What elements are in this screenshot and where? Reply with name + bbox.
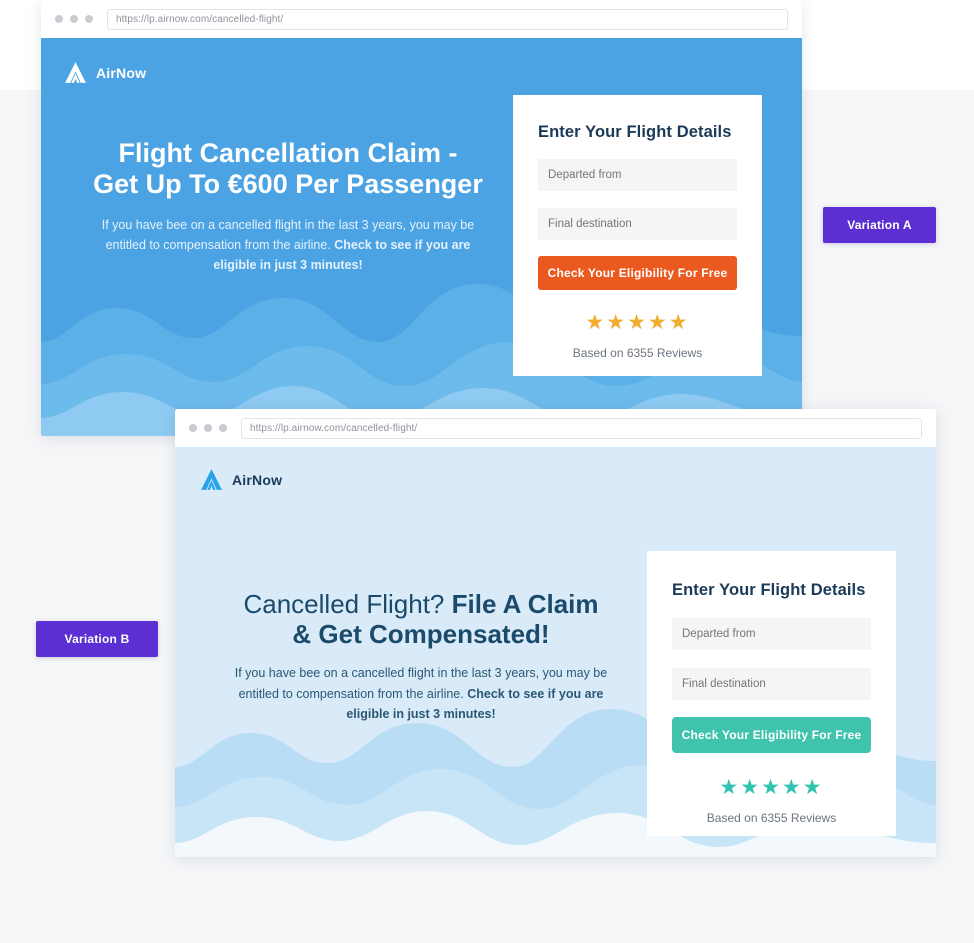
flight-details-card-a: Enter Your Flight Details Check Your Eli… (513, 95, 762, 376)
final-destination-input-b[interactable] (672, 668, 871, 700)
brand-logo-a[interactable]: AirNow (63, 60, 146, 85)
hero-copy-b: Cancelled Flight? File A Claim & Get Com… (187, 589, 655, 724)
star-rating-a: ★★★★★ (585, 311, 690, 334)
browser-chrome-b: https://lp.airnow.com/cancelled-flight/ (175, 409, 936, 447)
landing-page-a: AirNow Flight Cancellation Claim - Get U… (41, 38, 802, 436)
flight-details-card-b: Enter Your Flight Details Check Your Eli… (647, 551, 896, 836)
variation-b-browser-window: https://lp.airnow.com/cancelled-flight/ … (175, 409, 936, 857)
address-bar-a[interactable]: https://lp.airnow.com/cancelled-flight/ (107, 8, 788, 30)
reviews-count-a: Based on 6355 Reviews (572, 346, 703, 360)
browser-chrome-a: https://lp.airnow.com/cancelled-flight/ (41, 0, 802, 38)
variation-b-badge: Variation B (36, 621, 158, 657)
minimize-dot-icon[interactable] (204, 424, 212, 432)
hero-headline-b: Cancelled Flight? File A Claim & Get Com… (187, 589, 655, 649)
minimize-dot-icon[interactable] (70, 15, 78, 23)
close-dot-icon[interactable] (189, 424, 197, 432)
departed-from-input-a[interactable] (538, 159, 737, 191)
star-rating-b: ★★★★★ (719, 776, 824, 799)
hero-body-b: If you have bee on a cancelled flight in… (187, 663, 655, 724)
variation-a-badge: Variation A (823, 207, 936, 243)
hero-headline-line1-a: Flight Cancellation Claim - (118, 138, 458, 168)
hero-copy-a: Flight Cancellation Claim - Get Up To €6… (63, 138, 513, 275)
airnow-logo-icon (65, 62, 86, 83)
hero-body-a: If you have bee on a cancelled flight in… (63, 215, 513, 276)
final-destination-input-a[interactable] (538, 208, 737, 240)
check-eligibility-button-b[interactable]: Check Your Eligibility For Free (672, 717, 871, 753)
hero-headline-a: Flight Cancellation Claim - Get Up To €6… (63, 138, 513, 201)
landing-page-b: AirNow Cancelled Flight? File A Claim & … (175, 447, 936, 857)
departed-from-input-b[interactable] (672, 618, 871, 650)
brand-logo-b[interactable]: AirNow (199, 467, 282, 492)
window-controls-b (189, 424, 227, 432)
window-controls-a (55, 15, 93, 23)
maximize-dot-icon[interactable] (219, 424, 227, 432)
variation-a-browser-window: https://lp.airnow.com/cancelled-flight/ … (41, 0, 802, 436)
airnow-logo-icon (201, 469, 222, 490)
hero-headline-light-b: Cancelled Flight? (243, 589, 452, 619)
reviews-count-b: Based on 6355 Reviews (706, 811, 837, 825)
brand-name-b: AirNow (232, 471, 283, 488)
brand-name-a: AirNow (96, 64, 147, 81)
maximize-dot-icon[interactable] (85, 15, 93, 23)
hero-headline-bold-b: File A Claim (451, 589, 599, 619)
close-dot-icon[interactable] (55, 15, 63, 23)
card-title-a: Enter Your Flight Details (538, 123, 732, 141)
hero-headline-line2-b: & Get Compensated! (292, 619, 550, 650)
hero-headline-line2-a: Get Up To €600 Per Passenger (93, 169, 483, 200)
check-eligibility-button-a[interactable]: Check Your Eligibility For Free (538, 256, 737, 290)
address-bar-b[interactable]: https://lp.airnow.com/cancelled-flight/ (241, 417, 922, 439)
card-title-b: Enter Your Flight Details (672, 581, 866, 599)
